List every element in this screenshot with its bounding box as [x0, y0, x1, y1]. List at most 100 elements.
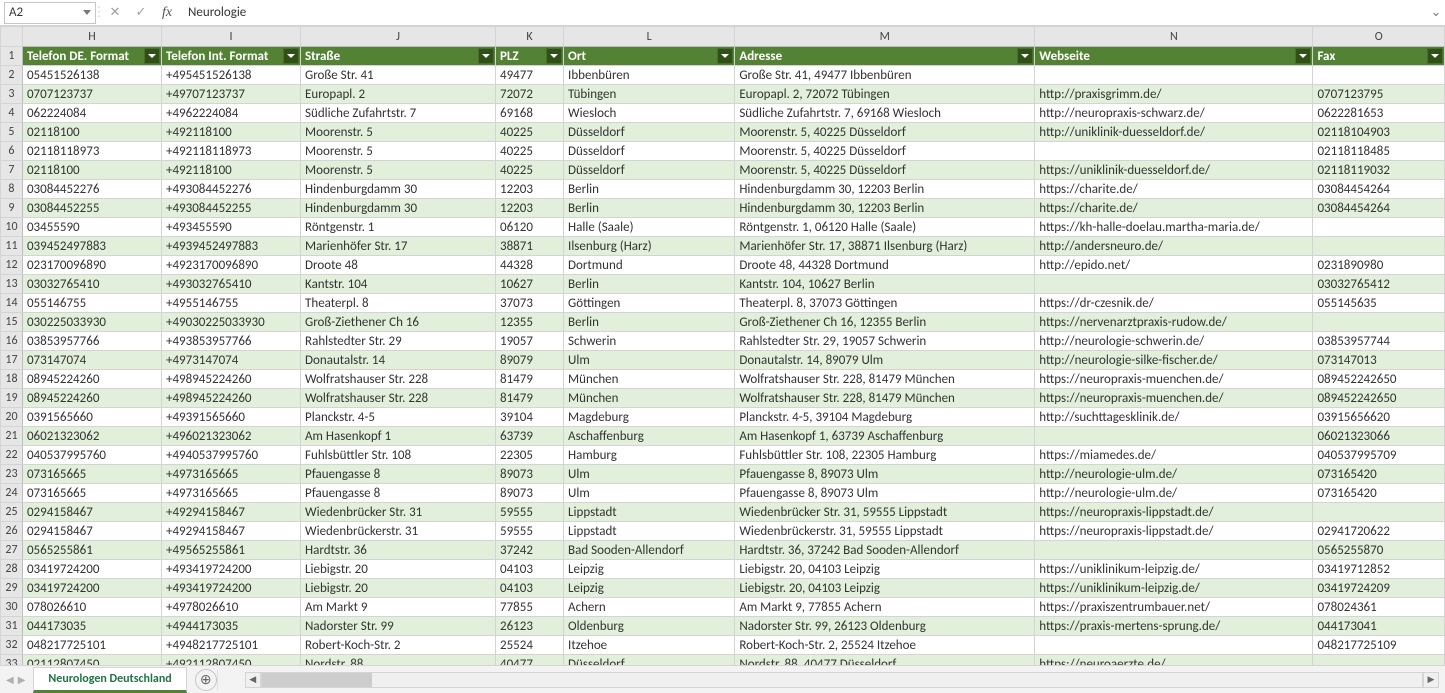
- row-header[interactable]: 5: [1, 123, 23, 142]
- cell[interactable]: Am Hasenkopf 1, 63739 Aschaffenburg: [735, 427, 1035, 446]
- cell[interactable]: http://neurologie-ulm.de/: [1035, 465, 1313, 484]
- row-header[interactable]: 25: [1, 503, 23, 522]
- cell[interactable]: +4923170096890: [161, 256, 300, 275]
- cell[interactable]: Planckstr. 4-5, 39104 Magdeburg: [735, 408, 1035, 427]
- table-header[interactable]: Straße: [301, 47, 496, 66]
- cell[interactable]: Moorenstr. 5: [301, 161, 496, 180]
- cell[interactable]: http://suchttagesklinik.de/: [1035, 408, 1313, 427]
- cell[interactable]: Moorenstr. 5, 40225 Düsseldorf: [735, 161, 1035, 180]
- cell[interactable]: 44328: [496, 256, 564, 275]
- cell[interactable]: Bad Sooden-Allendorf: [564, 541, 735, 560]
- column-header-O[interactable]: O: [1313, 27, 1445, 47]
- cell[interactable]: 02118119032: [1313, 161, 1445, 180]
- row-header[interactable]: 29: [1, 579, 23, 598]
- cell[interactable]: Hindenburgdamm 30, 12203 Berlin: [735, 180, 1035, 199]
- filter-button[interactable]: [1427, 48, 1443, 64]
- cell[interactable]: Wolfratshauser Str. 228: [301, 370, 496, 389]
- row-header[interactable]: 20: [1, 408, 23, 427]
- scroll-right-icon[interactable]: ▶: [1423, 672, 1439, 688]
- cell[interactable]: Fuhlsbüttler Str. 108: [301, 446, 496, 465]
- cell[interactable]: 03084454264: [1313, 180, 1445, 199]
- scroll-thumb[interactable]: [262, 673, 372, 687]
- cell[interactable]: [1035, 541, 1313, 560]
- cell[interactable]: Ibbenbüren: [564, 66, 735, 85]
- cell[interactable]: 26123: [496, 617, 564, 636]
- cell[interactable]: Wiedenbrücker Str. 31: [301, 503, 496, 522]
- cell[interactable]: [1035, 427, 1313, 446]
- cell[interactable]: +4973165665: [161, 465, 300, 484]
- cell[interactable]: Marienhöfer Str. 17: [301, 237, 496, 256]
- column-header-M[interactable]: M: [735, 27, 1035, 47]
- cell[interactable]: 10627: [496, 275, 564, 294]
- cell[interactable]: München: [564, 389, 735, 408]
- cell[interactable]: +493419724200: [161, 579, 300, 598]
- row-header[interactable]: 4: [1, 104, 23, 123]
- cell[interactable]: Kantstr. 104, 10627 Berlin: [735, 275, 1035, 294]
- spreadsheet-grid[interactable]: HIJKLMNO 1Telefon DE. FormatTelefon Int.…: [0, 26, 1445, 665]
- cell[interactable]: 03915656620: [1313, 408, 1445, 427]
- cell[interactable]: 77855: [496, 598, 564, 617]
- cell[interactable]: Lippstadt: [564, 522, 735, 541]
- table-header[interactable]: Telefon Int. Format: [161, 47, 300, 66]
- cell[interactable]: Liebigstr. 20: [301, 560, 496, 579]
- cell[interactable]: Planckstr. 4-5: [301, 408, 496, 427]
- cell[interactable]: Moorenstr. 5: [301, 142, 496, 161]
- cell[interactable]: +498945224260: [161, 370, 300, 389]
- cell[interactable]: Groß-Ziethener Ch 16: [301, 313, 496, 332]
- cell[interactable]: 12203: [496, 180, 564, 199]
- cell[interactable]: 055146755: [22, 294, 161, 313]
- cell[interactable]: Wolfratshauser Str. 228, 81479 München: [735, 389, 1035, 408]
- cell[interactable]: 055145635: [1313, 294, 1445, 313]
- cell[interactable]: +496021323062: [161, 427, 300, 446]
- cell[interactable]: 02118100: [22, 123, 161, 142]
- row-header[interactable]: 6: [1, 142, 23, 161]
- cell[interactable]: http://epido.net/: [1035, 256, 1313, 275]
- cell[interactable]: [1313, 66, 1445, 85]
- cell[interactable]: 03419724200: [22, 579, 161, 598]
- cell[interactable]: 12355: [496, 313, 564, 332]
- filter-button[interactable]: [478, 48, 494, 64]
- cell[interactable]: +493032765410: [161, 275, 300, 294]
- row-header[interactable]: 8: [1, 180, 23, 199]
- cell[interactable]: [1313, 655, 1445, 666]
- cell[interactable]: 03084452255: [22, 199, 161, 218]
- cell[interactable]: 03419724200: [22, 560, 161, 579]
- cell[interactable]: 03084454264: [1313, 199, 1445, 218]
- cell[interactable]: 59555: [496, 503, 564, 522]
- cell[interactable]: [1035, 275, 1313, 294]
- cell[interactable]: Düsseldorf: [564, 123, 735, 142]
- cell[interactable]: 0391565660: [22, 408, 161, 427]
- cell[interactable]: Magdeburg: [564, 408, 735, 427]
- cell[interactable]: Ulm: [564, 351, 735, 370]
- cell[interactable]: 089452242650: [1313, 370, 1445, 389]
- row-header[interactable]: 30: [1, 598, 23, 617]
- filter-button[interactable]: [717, 48, 733, 64]
- cell[interactable]: Droote 48, 44328 Dortmund: [735, 256, 1035, 275]
- cell[interactable]: Droote 48: [301, 256, 496, 275]
- cell[interactable]: 039452497883: [22, 237, 161, 256]
- cell[interactable]: 03032765412: [1313, 275, 1445, 294]
- cell[interactable]: 02941720622: [1313, 522, 1445, 541]
- filter-button[interactable]: [546, 48, 562, 64]
- add-sheet-button[interactable]: ⊕: [195, 669, 217, 691]
- cell[interactable]: Itzehoe: [564, 636, 735, 655]
- cell[interactable]: 22305: [496, 446, 564, 465]
- cell[interactable]: 073165420: [1313, 484, 1445, 503]
- cell[interactable]: 05451526138: [22, 66, 161, 85]
- cell[interactable]: https://neuropraxis-lippstadt.de/: [1035, 503, 1313, 522]
- cell[interactable]: 073147013: [1313, 351, 1445, 370]
- row-header[interactable]: 15: [1, 313, 23, 332]
- row-header[interactable]: 14: [1, 294, 23, 313]
- cell[interactable]: 048217725109: [1313, 636, 1445, 655]
- cell[interactable]: +492118100: [161, 161, 300, 180]
- cell[interactable]: 073147074: [22, 351, 161, 370]
- cell[interactable]: 06120: [496, 218, 564, 237]
- cell[interactable]: +49294158467: [161, 503, 300, 522]
- cell[interactable]: Wiesloch: [564, 104, 735, 123]
- cell[interactable]: +495451526138: [161, 66, 300, 85]
- cell[interactable]: https://uniklinikum-leipzig.de/: [1035, 560, 1313, 579]
- cell[interactable]: https://charite.de/: [1035, 180, 1313, 199]
- cell[interactable]: 078024361: [1313, 598, 1445, 617]
- cell[interactable]: Hindenburgdamm 30: [301, 199, 496, 218]
- cell[interactable]: https://neuropraxis-muenchen.de/: [1035, 389, 1313, 408]
